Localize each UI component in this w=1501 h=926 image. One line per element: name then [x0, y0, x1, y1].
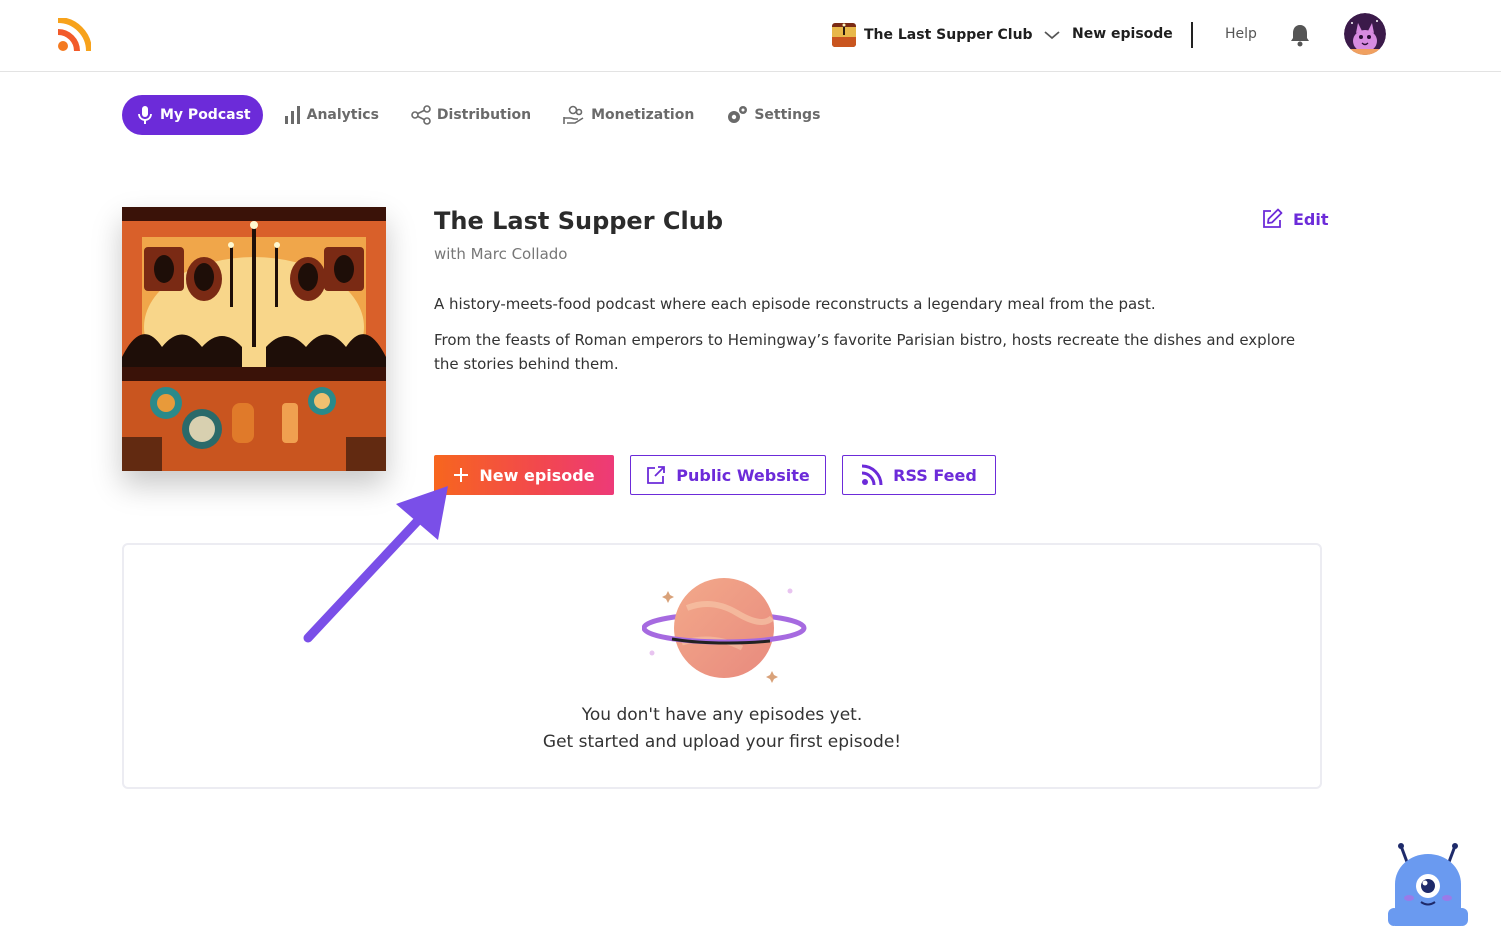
hand-coin-icon	[563, 105, 584, 124]
tab-label: Settings	[754, 107, 821, 123]
new-episode-button[interactable]: New episode	[434, 455, 614, 495]
podcast-cover-art	[122, 207, 386, 471]
podcast-thumbnail	[832, 23, 856, 47]
microphone-icon	[138, 106, 152, 124]
plus-icon	[454, 468, 469, 482]
edit-icon	[1263, 208, 1283, 228]
tab-monetization[interactable]: Monetization	[551, 95, 706, 135]
episodes-empty-state: You don't have any episodes yet. Get sta…	[122, 543, 1322, 789]
public-website-label: Public Website	[676, 465, 810, 485]
tab-settings[interactable]: Settings	[714, 95, 832, 135]
main-nav: My Podcast Analytics Distribution Moneti…	[122, 95, 840, 135]
empty-state-hint: Get started and upload your first episod…	[542, 732, 902, 752]
top-bar: The Last Supper Club New episode Help	[0, 0, 1501, 72]
share-icon	[411, 105, 431, 125]
bar-chart-icon	[284, 106, 300, 124]
podcast-host: with Marc Collado	[434, 245, 568, 263]
top-new-episode-link[interactable]: New episode	[1072, 26, 1173, 42]
podcast-description-2: From the feasts of Roman emperors to Hem…	[434, 331, 1296, 373]
edit-label: Edit	[1293, 209, 1329, 229]
podcast-title: The Last Supper Club	[434, 207, 723, 235]
rss-logo-icon[interactable]	[57, 18, 91, 52]
tab-analytics[interactable]: Analytics	[271, 95, 391, 135]
rss-feed-button[interactable]: RSS Feed	[842, 455, 996, 495]
top-divider	[1191, 22, 1193, 48]
tab-label: Analytics	[306, 107, 379, 123]
gears-icon	[728, 106, 748, 123]
chevron-down-icon	[1044, 31, 1060, 40]
tab-label: Distribution	[436, 107, 532, 123]
user-avatar[interactable]	[1344, 13, 1386, 55]
podcast-description-1: A history-meets-food podcast where each …	[434, 295, 1156, 313]
podcast-switcher-name: The Last Supper Club	[864, 27, 1033, 43]
tab-label: Monetization	[591, 107, 695, 123]
bell-icon[interactable]	[1289, 23, 1311, 47]
empty-state-message: You don't have any episodes yet.	[581, 705, 863, 725]
podcast-switcher[interactable]: The Last Supper Club	[832, 22, 1061, 48]
rss-icon	[862, 464, 883, 486]
edit-button[interactable]: Edit	[1261, 208, 1329, 230]
tab-distribution[interactable]: Distribution	[399, 95, 543, 135]
external-link-icon	[647, 466, 666, 484]
help-link[interactable]: Help	[1225, 26, 1257, 42]
public-website-button[interactable]: Public Website	[630, 455, 826, 495]
new-episode-label: New episode	[479, 465, 595, 485]
tab-label: My Podcast	[160, 107, 251, 123]
chat-mascot-icon[interactable]	[1385, 842, 1471, 926]
tab-my-podcast[interactable]: My Podcast	[122, 95, 263, 135]
planet-icon	[642, 578, 807, 683]
rss-feed-label: RSS Feed	[893, 465, 977, 485]
